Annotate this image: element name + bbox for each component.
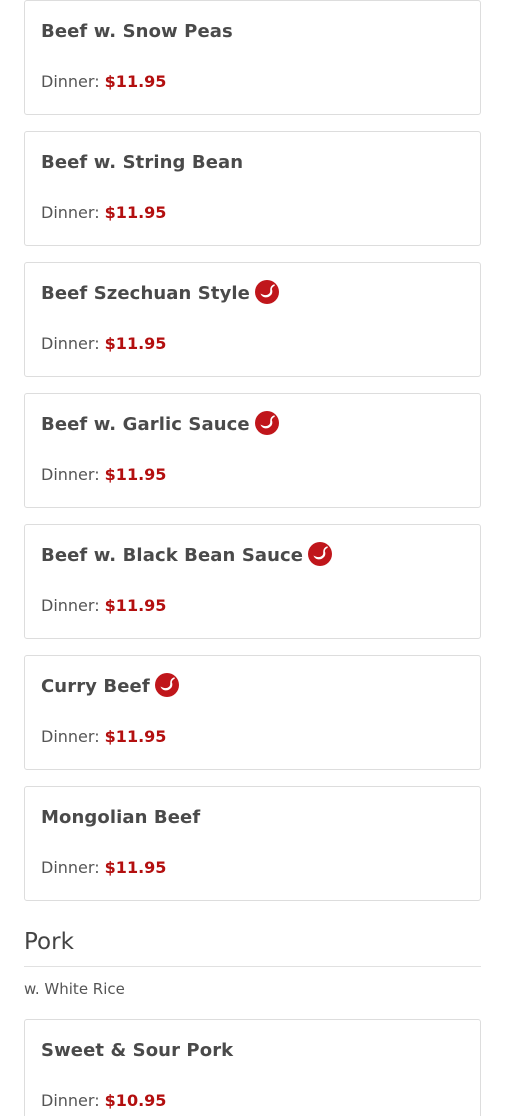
section-subtitle: w. White Rice bbox=[24, 980, 125, 998]
item-name-row: Beef w. String Bean bbox=[41, 149, 243, 175]
menu-item-card[interactable]: Mongolian Beef Dinner: $11.95 bbox=[24, 786, 481, 901]
item-name-row: Beef w. Snow Peas bbox=[41, 18, 233, 44]
menu-item-card[interactable]: Sweet & Sour Pork Dinner: $10.95 bbox=[24, 1019, 481, 1116]
price-row: Dinner: $11.95 bbox=[41, 858, 166, 877]
price-label: Dinner: bbox=[41, 858, 100, 877]
item-name: Mongolian Beef bbox=[41, 806, 201, 828]
item-name-row: Beef w. Garlic Sauce bbox=[41, 410, 279, 437]
price-row: Dinner: $11.95 bbox=[41, 465, 166, 484]
item-name-row: Sweet & Sour Pork bbox=[41, 1037, 233, 1063]
price-row: Dinner: $11.95 bbox=[41, 334, 166, 353]
pork-item-list: Sweet & Sour Pork Dinner: $10.95 bbox=[24, 1019, 481, 1116]
pork-section-header: Pork w. White Rice bbox=[24, 924, 481, 999]
item-name-row: Curry Beef bbox=[41, 672, 179, 699]
price-row: Dinner: $10.95 bbox=[41, 1091, 166, 1110]
item-name: Beef w. Snow Peas bbox=[41, 20, 233, 42]
price-value: $11.95 bbox=[104, 334, 167, 353]
menu-page: Beef w. Snow Peas Dinner: $11.95 Beef w.… bbox=[0, 0, 510, 1116]
price-row: Dinner: $11.95 bbox=[41, 72, 166, 91]
price-row: Dinner: $11.95 bbox=[41, 727, 166, 746]
item-name: Beef w. Black Bean Sauce bbox=[41, 544, 304, 566]
menu-item-card[interactable]: Beef w. String Bean Dinner: $11.95 bbox=[24, 131, 481, 246]
menu-item-card[interactable]: Beef w. Snow Peas Dinner: $11.95 bbox=[24, 0, 481, 115]
chili-pepper-icon bbox=[254, 410, 279, 435]
chili-pepper-icon bbox=[308, 541, 333, 566]
item-name-row: Mongolian Beef bbox=[41, 804, 200, 830]
menu-item-card[interactable]: Beef w. Garlic Sauce Dinner: $11.95 bbox=[24, 393, 481, 508]
price-value: $11.95 bbox=[104, 858, 167, 877]
price-label: Dinner: bbox=[41, 203, 100, 222]
chili-pepper-icon bbox=[154, 672, 179, 697]
price-value: $11.95 bbox=[104, 72, 167, 91]
price-label: Dinner: bbox=[41, 465, 100, 484]
price-value: $11.95 bbox=[104, 596, 167, 615]
item-name-row: Beef w. Black Bean Sauce bbox=[41, 541, 333, 568]
item-name: Sweet & Sour Pork bbox=[41, 1039, 234, 1061]
menu-item-card[interactable]: Beef Szechuan Style Dinner: $11.95 bbox=[24, 262, 481, 377]
price-label: Dinner: bbox=[41, 727, 100, 746]
item-name: Curry Beef bbox=[41, 675, 150, 697]
price-value: $10.95 bbox=[104, 1091, 167, 1110]
price-label: Dinner: bbox=[41, 334, 100, 353]
price-value: $11.95 bbox=[104, 203, 167, 222]
menu-item-card[interactable]: Beef w. Black Bean Sauce Dinner: $11.95 bbox=[24, 524, 481, 639]
item-name: Beef w. Garlic Sauce bbox=[41, 413, 250, 435]
item-name: Beef w. String Bean bbox=[41, 151, 244, 173]
item-name: Beef Szechuan Style bbox=[41, 282, 250, 304]
beef-item-list: Beef w. Snow Peas Dinner: $11.95 Beef w.… bbox=[24, 0, 481, 917]
price-row: Dinner: $11.95 bbox=[41, 203, 166, 222]
price-value: $11.95 bbox=[104, 465, 167, 484]
item-name-row: Beef Szechuan Style bbox=[41, 279, 279, 306]
price-row: Dinner: $11.95 bbox=[41, 596, 166, 615]
section-divider bbox=[24, 966, 481, 967]
section-title: Pork bbox=[24, 929, 74, 955]
price-value: $11.95 bbox=[104, 727, 167, 746]
menu-item-card[interactable]: Curry Beef Dinner: $11.95 bbox=[24, 655, 481, 770]
price-label: Dinner: bbox=[41, 1091, 100, 1110]
price-label: Dinner: bbox=[41, 596, 100, 615]
chili-pepper-icon bbox=[255, 279, 279, 304]
price-label: Dinner: bbox=[41, 72, 100, 91]
